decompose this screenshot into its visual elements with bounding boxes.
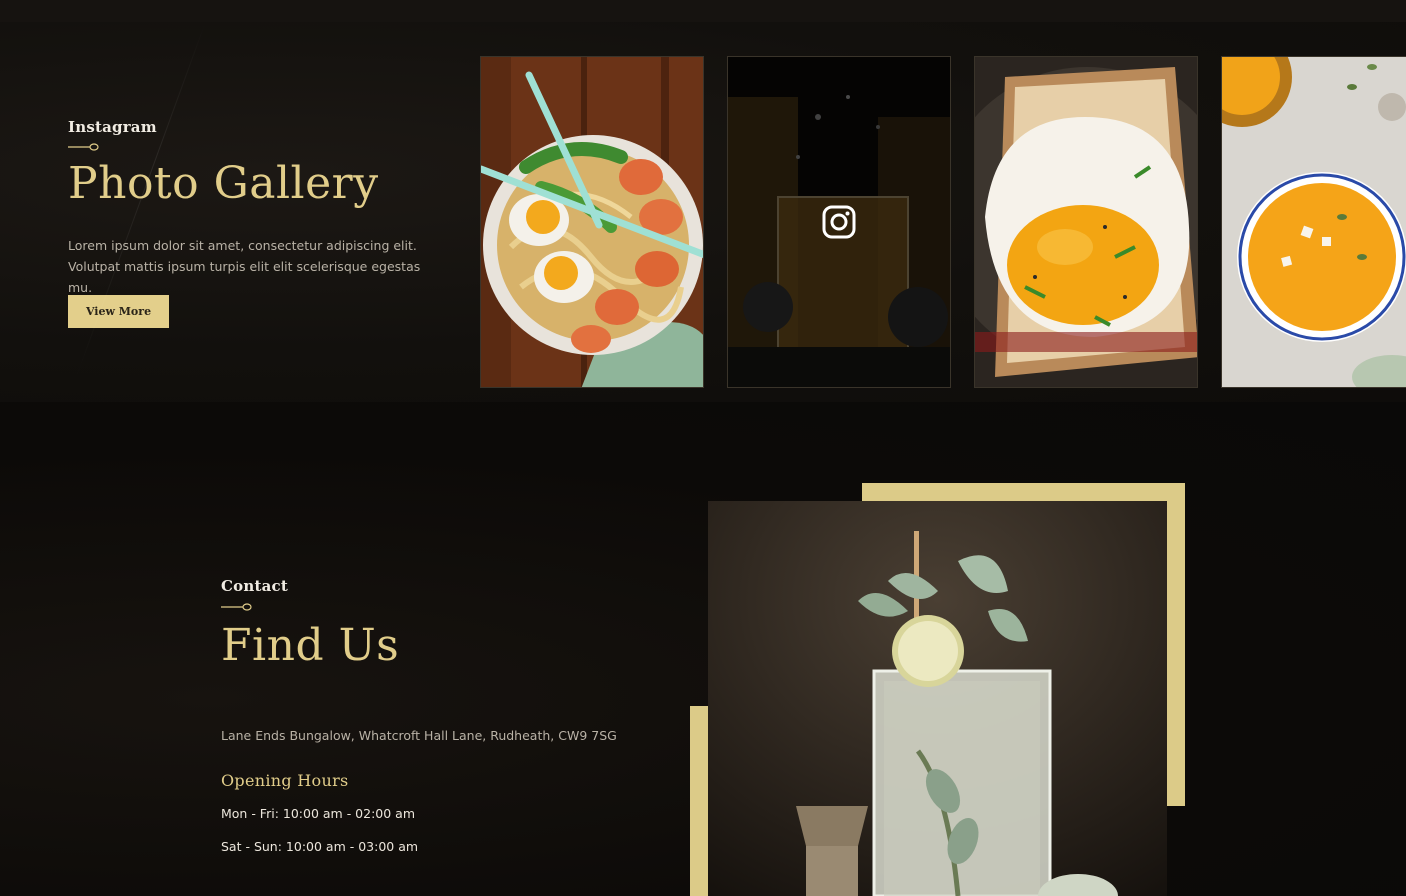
hours-weekdays: Mon - Fri: 10:00 am - 02:00 am xyxy=(221,806,416,821)
gallery-eyebrow: Instagram xyxy=(68,118,157,136)
cocktail-glass-image xyxy=(708,501,1167,896)
opening-hours-title: Opening Hours xyxy=(221,771,349,790)
decorative-frame-top xyxy=(862,483,1185,501)
view-more-button[interactable]: View More xyxy=(68,295,169,328)
hours-weekend: Sat - Sun: 10:00 am - 03:00 am xyxy=(221,839,419,854)
photo-gallery-section: Instagram Photo Gallery Lorem ipsum dolo… xyxy=(0,22,1406,402)
instagram-icon[interactable] xyxy=(822,205,856,239)
address-text: Lane Ends Bungalow, Whatcroft Hall Lane,… xyxy=(221,728,617,743)
pumpkin-soup-image xyxy=(1222,57,1406,387)
spoon-divider-icon xyxy=(68,143,99,151)
fried-egg-toast-image xyxy=(975,57,1197,387)
contact-title: Find Us xyxy=(221,620,400,671)
contact-eyebrow: Contact xyxy=(221,577,288,595)
decorative-frame-right xyxy=(1167,483,1185,806)
gallery-photo-whiskey[interactable] xyxy=(727,56,951,388)
gallery-photo-ramen[interactable] xyxy=(480,56,704,388)
gallery-description-line-1: Lorem ipsum dolor sit amet, consectetur … xyxy=(68,238,417,253)
top-strip xyxy=(0,0,1406,22)
gallery-title: Photo Gallery xyxy=(68,158,379,209)
gallery-photo-egg[interactable] xyxy=(974,56,1198,388)
cocktail-image xyxy=(708,501,1167,896)
decorative-frame-left xyxy=(690,706,708,896)
gallery-photo-soup[interactable] xyxy=(1221,56,1406,388)
gallery-description-line-2: Volutpat mattis ipsum turpis elit elit s… xyxy=(68,259,421,295)
spoon-divider-icon xyxy=(221,603,252,611)
gallery-description: Lorem ipsum dolor sit amet, consectetur … xyxy=(68,235,448,298)
ramen-bowl-image xyxy=(481,57,703,387)
